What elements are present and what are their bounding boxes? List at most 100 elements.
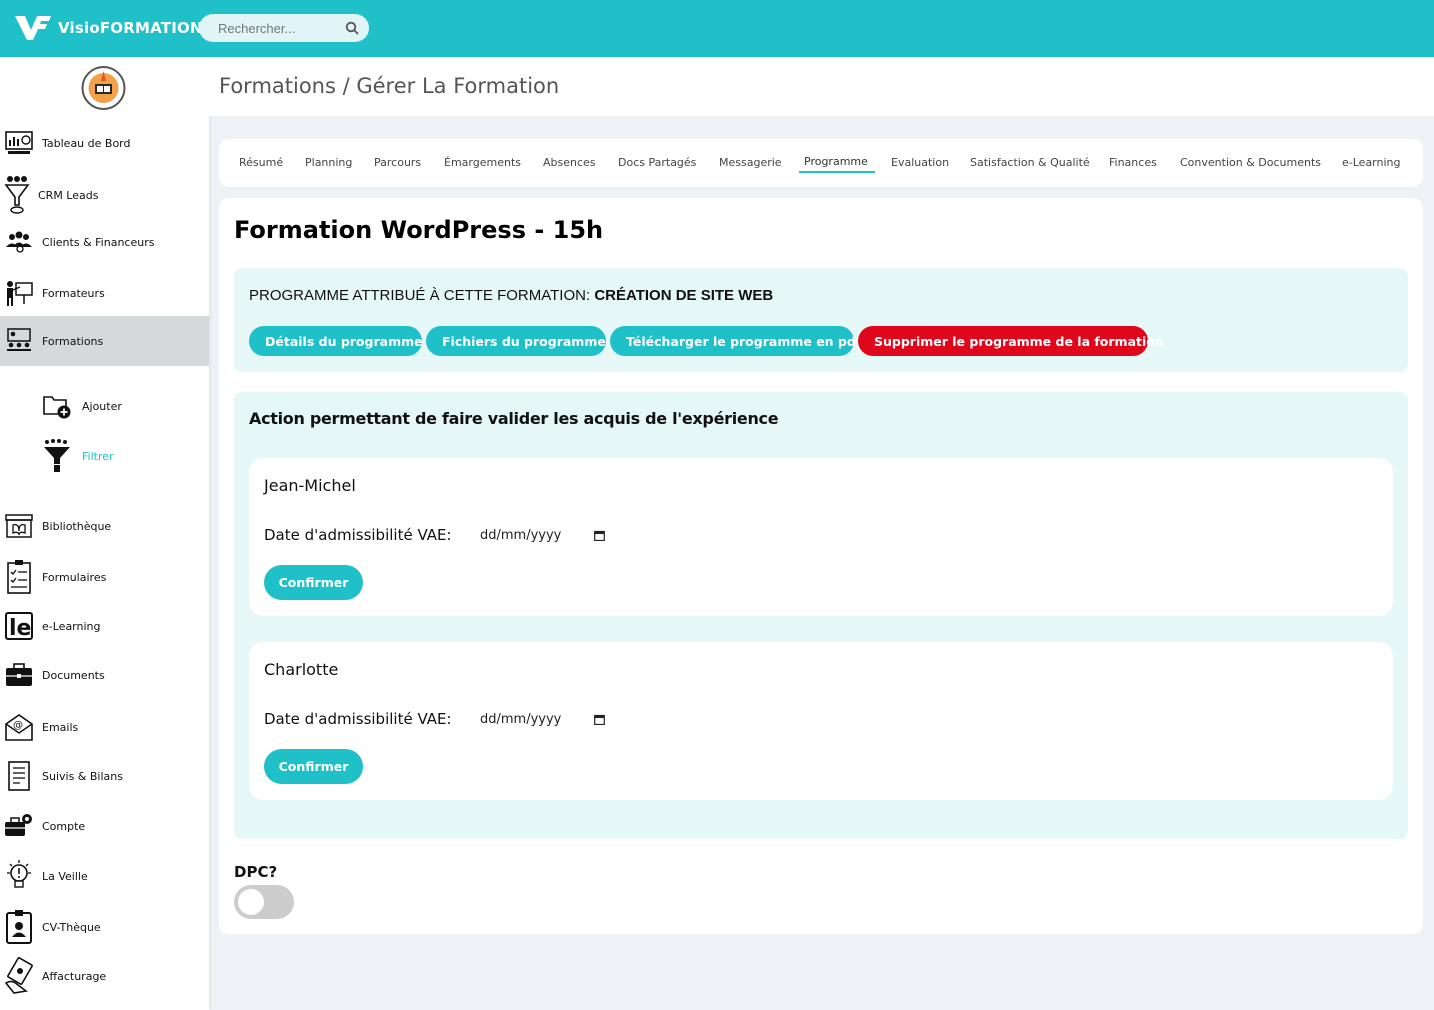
breadcrumb: Formations / Gérer La Formation — [219, 74, 560, 98]
sidebar-item-label: Tableau de Bord — [42, 136, 131, 150]
folder-add-icon — [43, 396, 71, 419]
briefcase-icon — [6, 663, 32, 686]
sidebar-item-label: Suivis & Bilans — [42, 769, 123, 783]
programme-details-button[interactable]: Détails du programme — [249, 326, 423, 356]
people-group-icon — [6, 231, 32, 253]
top-bar: VisioFORMATION — [0, 0, 1434, 57]
sidebar-item-label: e-Learning — [42, 619, 101, 633]
vae-date-input[interactable]: dd/mm/yyyy — [480, 712, 605, 732]
svg-text:@: @ — [13, 720, 23, 731]
vae-section-title: Action permettant de faire valider les a… — [249, 409, 779, 428]
tab-convention-documents[interactable]: Convention & Documents — [1180, 156, 1321, 169]
remove-programme-button[interactable]: Supprimer le programme de la formation — [858, 326, 1164, 356]
tab-resume[interactable]: Résumé — [239, 156, 283, 169]
sidebar-item-documents[interactable]: Documents — [0, 658, 209, 692]
library-icon — [5, 514, 33, 538]
tab-absences[interactable]: Absences — [543, 156, 596, 169]
sidebar-subitem-filtrer[interactable]: Filtrer — [42, 438, 114, 474]
sidebar-item-formateurs[interactable]: Formateurs — [0, 275, 209, 311]
search-input[interactable] — [199, 14, 329, 42]
toggle-knob — [238, 889, 264, 915]
person-name: Jean-Michel — [264, 476, 356, 495]
svg-text:le: le — [9, 616, 31, 641]
tab-planning[interactable]: Planning — [305, 156, 352, 169]
sidebar-item-tableau-de-bord[interactable]: Tableau de Bord — [0, 126, 209, 160]
sidebar-item-label: Affacturage — [42, 969, 107, 983]
sidebar-item-label: La Veille — [42, 869, 88, 883]
programme-files-button[interactable]: Fichiers du programme — [426, 326, 606, 356]
sidebar-item-la-veille[interactable]: La Veille — [0, 857, 209, 895]
calendar-icon[interactable] — [594, 530, 605, 541]
dpc-toggle[interactable] — [234, 885, 294, 919]
id-badge-icon — [6, 910, 32, 944]
sidebar-item-label: Documents — [42, 668, 105, 682]
tab-docs-partages[interactable]: Docs Partagés — [618, 156, 696, 169]
tabs-bar: Résumé Planning Parcours Émargements Abs… — [219, 139, 1423, 187]
tab-e-learning[interactable]: e-Learning — [1342, 156, 1401, 169]
sidebar-item-clients-financeurs[interactable]: Clients & Financeurs — [0, 227, 209, 257]
sidebar-item-label: Emails — [42, 720, 79, 734]
confirm-button[interactable]: Confirmer — [264, 565, 363, 600]
organization-logo — [81, 66, 126, 110]
sidebar-item-label: CRM Leads — [38, 188, 99, 202]
formation-title: Formation WordPress - 15h — [234, 216, 604, 244]
sidebar-item-bibliotheque[interactable]: Bibliothèque — [0, 509, 209, 543]
programme-prefix: PROGRAMME ATTRIBUÉ À CETTE FORMATION: — [249, 287, 591, 304]
vae-date-input[interactable]: dd/mm/yyyy — [480, 528, 605, 548]
sidebar-item-label: Formateurs — [42, 286, 105, 300]
sidebar-item-label: Bibliothèque — [42, 519, 112, 533]
programme-assigned-line: PROGRAMME ATTRIBUÉ À CETTE FORMATION: CR… — [249, 287, 773, 304]
sidebar-item-suivis-bilans[interactable]: Suivis & Bilans — [0, 758, 209, 794]
sidebar: Tableau de Bord CRM Leads Clients & Fina… — [0, 57, 209, 1010]
programme-name: CRÉATION DE SITE WEB — [594, 287, 774, 304]
sidebar-item-label: Clients & Financeurs — [42, 235, 155, 249]
dashboard-icon — [5, 131, 33, 154]
formation-card: Formation WordPress - 15h PROGRAMME ATTR… — [219, 198, 1423, 934]
brand-name: VisioFORMATION — [58, 19, 203, 37]
vae-person-card: Jean-Michel Date d'admissibilité VAE: dd… — [249, 458, 1393, 616]
tab-programme[interactable]: Programme — [804, 155, 868, 168]
sidebar-item-formations[interactable]: Formations — [0, 316, 209, 366]
search-icon[interactable] — [345, 21, 359, 35]
funnel-person-icon — [4, 176, 30, 214]
sidebar-item-label: Formations — [42, 334, 104, 348]
active-tab-indicator — [799, 171, 875, 173]
vae-date-label: Date d'admissibilité VAE: — [264, 710, 452, 728]
tab-parcours[interactable]: Parcours — [374, 156, 421, 169]
dpc-label: DPC? — [234, 863, 278, 881]
sidebar-item-affacturage[interactable]: Affacturage — [0, 955, 209, 997]
sidebar-subitem-ajouter[interactable]: Ajouter — [42, 392, 122, 420]
sidebar-item-label: Compte — [42, 819, 86, 833]
hand-money-icon — [4, 957, 33, 994]
vae-person-card: Charlotte Date d'admissibilité VAE: dd/m… — [249, 642, 1393, 800]
elearning-icon: le — [5, 612, 33, 641]
tab-finances[interactable]: Finances — [1109, 156, 1157, 169]
sidebar-item-crm-leads[interactable]: CRM Leads — [0, 170, 209, 220]
sidebar-item-formulaires[interactable]: Formulaires — [0, 557, 209, 597]
date-input-value: dd/mm/yyyy — [480, 712, 562, 727]
classroom-icon — [7, 328, 31, 351]
sidebar-item-cv-theque[interactable]: CV-Thèque — [0, 907, 209, 947]
tab-emargements[interactable]: Émargements — [444, 156, 521, 169]
date-input-value: dd/mm/yyyy — [480, 528, 562, 543]
sidebar-item-compte[interactable]: Compte — [0, 809, 209, 843]
person-name: Charlotte — [264, 660, 339, 679]
tab-satisfaction-qualite[interactable]: Satisfaction & Qualité — [970, 156, 1090, 169]
brand-logo[interactable]: VisioFORMATION — [14, 12, 203, 44]
sidebar-item-emails[interactable]: @ Emails — [0, 709, 209, 745]
search-box — [199, 14, 369, 42]
checklist-icon — [7, 560, 31, 594]
tab-messagerie[interactable]: Messagerie — [719, 156, 782, 169]
teacher-board-icon — [7, 281, 33, 306]
sidebar-item-label: CV-Thèque — [42, 920, 101, 934]
confirm-button[interactable]: Confirmer — [264, 749, 363, 784]
lightbulb-icon — [7, 860, 31, 888]
filter-icon — [44, 439, 70, 472]
calendar-icon[interactable] — [594, 714, 605, 725]
sidebar-item-e-learning[interactable]: le e-Learning — [0, 608, 209, 644]
vae-section: Action permettant de faire valider les a… — [234, 392, 1408, 839]
tab-evaluation[interactable]: Evaluation — [891, 156, 949, 169]
email-icon: @ — [5, 714, 33, 741]
download-programme-pdf-button[interactable]: Télécharger le programme en pdf — [610, 326, 861, 356]
report-icon — [8, 761, 30, 791]
